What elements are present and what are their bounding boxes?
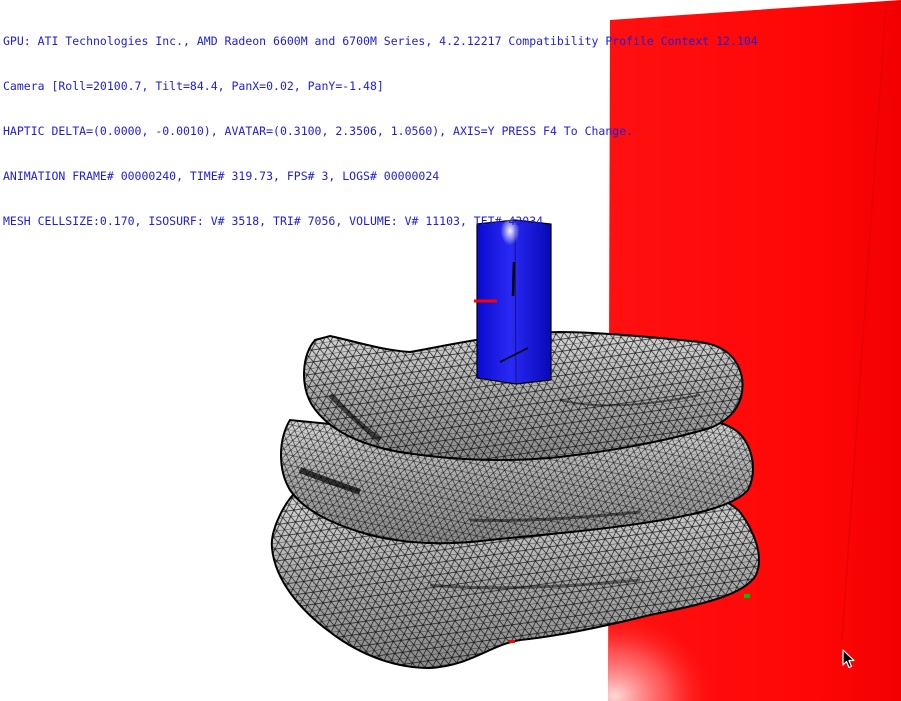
- hud-camera-info: Camera [Roll=20100.7, Tilt=84.4, PanX=0.…: [3, 79, 384, 93]
- axis-marker-y: [744, 594, 750, 598]
- hud-gpu-info: GPU: ATI Technologies Inc., AMD Radeon 6…: [3, 34, 758, 48]
- hud-overlay: GPU: ATI Technologies Inc., AMD Radeon 6…: [3, 4, 758, 259]
- hud-haptic-info: HAPTIC DELTA=(0.0000, -0.0010), AVATAR=(…: [3, 124, 634, 138]
- hud-mesh-info: MESH CELLSIZE:0.170, ISOSURF: V# 3518, T…: [3, 214, 544, 228]
- axis-marker-z: [509, 640, 515, 643]
- mouse-pointer-icon: [842, 649, 855, 669]
- hud-animation-info: ANIMATION FRAME# 00000240, TIME# 319.73,…: [3, 169, 440, 183]
- opengl-viewport[interactable]: GPU: ATI Technologies Inc., AMD Radeon 6…: [0, 0, 901, 701]
